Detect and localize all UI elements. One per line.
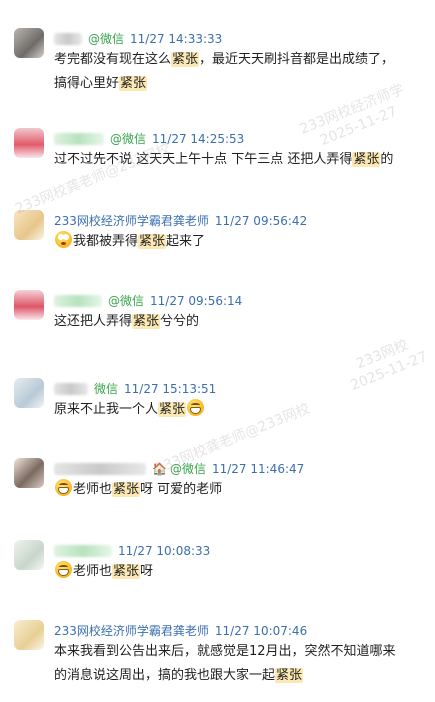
timestamp: 11/27 14:33:33 — [130, 32, 223, 46]
timestamp: 11/27 11:46:47 — [211, 462, 305, 476]
comment-meta: 11/27 10:08:33 — [54, 542, 210, 560]
watermark: 233网校 2025-11-27 — [348, 336, 430, 395]
comment-meta: @微信 11/27 14:33:33 — [54, 30, 222, 48]
source-label: @微信 — [88, 32, 125, 46]
highlight-keyword: 紧张 — [171, 52, 200, 67]
timestamp: 11/27 09:56:14 — [150, 294, 243, 308]
timestamp: 11/27 10:08:33 — [118, 544, 211, 558]
highlight-keyword: 紧张 — [119, 76, 148, 91]
highlight-keyword: 紧张 — [352, 152, 381, 167]
avatar[interactable] — [14, 28, 44, 58]
avatar[interactable] — [14, 540, 44, 570]
avatar[interactable] — [14, 620, 44, 650]
highlight-keyword: 紧张 — [112, 564, 141, 579]
highlight-keyword: 紧张 — [275, 668, 304, 683]
timestamp: 11/27 10:07:46 — [214, 624, 308, 638]
comment-text: 老师也紧张呀 — [54, 560, 153, 584]
blurred-username — [54, 133, 104, 145]
comment-meta: 🏠 @微信 11/27 11:46:47 — [54, 460, 304, 478]
comment-meta: @微信 11/27 09:56:14 — [54, 292, 242, 310]
highlight-keyword: 紧张 — [158, 402, 187, 417]
avatar[interactable] — [14, 128, 44, 158]
author-name[interactable]: 233网校经济师学霸君龚老师 — [54, 622, 209, 640]
comment-text: 老师也紧张呀 可爱的老师 — [54, 478, 222, 502]
timestamp: 11/27 15:13:51 — [124, 382, 217, 396]
blurred-username — [54, 295, 102, 307]
grinning-face-icon — [187, 399, 205, 416]
comment-meta: 微信 11/27 15:13:51 — [54, 380, 216, 398]
comment-text: 我都被弄得紧张起来了 — [54, 230, 205, 254]
source-label: @微信 — [169, 462, 206, 476]
comment-meta: 233网校经济师学霸君龚老师 11/27 09:56:42 — [54, 212, 307, 230]
blurred-username — [54, 463, 146, 475]
highlight-keyword: 紧张 — [138, 234, 167, 249]
author-name[interactable]: 233网校经济师学霸君龚老师 — [54, 212, 209, 230]
avatar[interactable] — [14, 458, 44, 488]
comment-text: 这还把人弄得紧张兮兮的 — [54, 314, 200, 329]
flushed-face-icon — [55, 231, 72, 248]
blurred-username — [54, 545, 112, 557]
comment-feed: @微信 11/27 14:33:33 考完都没有现在这么紧张，最近天天刷抖音都是… — [0, 0, 435, 702]
timestamp: 11/27 14:25:53 — [152, 132, 245, 146]
grinning-face-icon — [55, 561, 72, 578]
source-label: 微信 — [94, 382, 119, 396]
avatar[interactable] — [14, 378, 44, 408]
comment-text: 考完都没有现在这么紧张，最近天天刷抖音都是出成绩了， 搞得心里好紧张 — [54, 52, 395, 91]
comment-text: 原来不止我一个人紧张 — [54, 398, 205, 422]
avatar[interactable] — [14, 290, 44, 320]
comment-meta: @微信 11/27 14:25:53 — [54, 130, 244, 148]
avatar[interactable] — [14, 210, 44, 240]
blurred-username — [54, 33, 82, 45]
house-icon: 🏠 — [152, 462, 167, 476]
comment-text: 过不过先不说 这天天上午十点 下午三点 还把人弄得紧张的 — [54, 152, 394, 167]
comment-meta: 233网校经济师学霸君龚老师 11/27 10:07:46 — [54, 622, 307, 640]
source-label: @微信 — [110, 132, 147, 146]
blurred-username — [54, 383, 88, 395]
highlight-keyword: 紧张 — [112, 482, 141, 497]
grinning-face-icon — [55, 479, 72, 496]
source-label: @微信 — [108, 294, 145, 308]
comment-text: 本来我看到公告出来后，就感觉是12月出，突然不知道哪来 的消息说这周出，搞的我也… — [54, 644, 396, 683]
timestamp: 11/27 09:56:42 — [214, 214, 308, 228]
highlight-keyword: 紧张 — [132, 314, 161, 329]
